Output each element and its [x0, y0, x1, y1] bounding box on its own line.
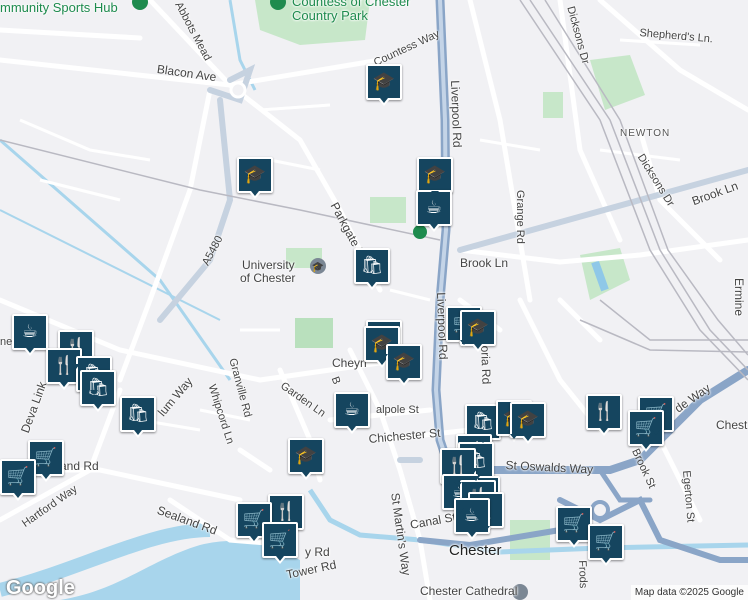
google-logo: Google — [6, 577, 75, 599]
road-label-walpole-st: alpole St — [376, 404, 419, 416]
sports-hub-label: mmunity Sports Hub — [0, 0, 118, 15]
road-label-cheyney: Cheyn — [332, 356, 367, 370]
shopping-bag-icon: 🛍 — [126, 403, 150, 424]
fork-knife-icon: 🍴 — [274, 501, 298, 522]
grocery-marker[interactable]: 🛒 — [588, 524, 624, 566]
area-label-chester-east: Chest — [716, 418, 748, 432]
city-label-chester: Chester — [449, 542, 502, 559]
shopping-cart-icon: 🛒 — [268, 529, 292, 550]
coffee-cup-icon: ☕ — [425, 197, 443, 218]
school-marker[interactable]: 🎓 — [510, 402, 546, 444]
coffee-cup-icon: ☕ — [21, 321, 39, 342]
graduation-cap-icon: 🎓 — [466, 317, 490, 338]
hospital-poi-icon — [413, 225, 427, 239]
road-label-and-rd: and Rd — [60, 459, 99, 473]
shopping-marker[interactable]: 🛍 — [120, 396, 156, 438]
university-label: of Chester — [240, 271, 296, 285]
road-label-liverpool-rd: Liverpool Rd — [448, 80, 465, 148]
shopping-cart-icon: 🛒 — [594, 531, 618, 552]
road-label-ermine: Ermine — [732, 278, 746, 317]
shopping-cart-icon: 🛒 — [34, 447, 58, 468]
grocery-marker[interactable]: 🛒 — [556, 506, 592, 548]
grocery-marker[interactable]: 🛒 — [0, 459, 36, 501]
fork-knife-icon: 🍴 — [592, 401, 616, 422]
graduation-cap-icon: 🎓 — [516, 409, 540, 430]
grocery-marker[interactable]: 🛒 — [628, 410, 664, 452]
shopping-marker[interactable]: 🛍 — [80, 370, 116, 412]
svg-text:🎓: 🎓 — [312, 261, 324, 273]
shopping-cart-icon: 🛒 — [6, 466, 30, 487]
park-area — [370, 197, 406, 223]
shopping-marker[interactable]: 🛍 — [354, 248, 390, 290]
school-marker[interactable]: 🎓 — [366, 64, 402, 106]
road-label-brook-ln: Brook Ln — [460, 256, 509, 270]
road-label-ne: ne — [0, 336, 13, 348]
cathedral-label: Chester Cathedral — [420, 584, 518, 598]
fork-knife-icon: 🍴 — [446, 455, 470, 476]
school-marker[interactable]: 🎓 — [237, 157, 273, 199]
cafe-marker[interactable]: ☕ — [12, 314, 48, 356]
university-label: University — [242, 258, 295, 272]
roundabout — [229, 81, 247, 99]
shopping-bag-icon: 🛍 — [471, 411, 495, 432]
park-area — [295, 318, 333, 348]
school-marker[interactable]: 🎓 — [386, 344, 422, 386]
map-attribution: Map data ©2025 Google — [630, 585, 748, 600]
graduation-cap-icon: 🎓 — [243, 164, 267, 185]
coffee-cup-icon: ☕ — [343, 399, 361, 420]
shopping-cart-icon: 🛒 — [562, 513, 586, 534]
restaurant-marker[interactable]: 🍴 — [586, 394, 622, 436]
area-label-newton: NEWTON — [620, 128, 671, 139]
road-label-y-rd: y Rd — [305, 545, 330, 559]
graduation-cap-icon: 🎓 — [392, 351, 416, 372]
park-area — [543, 92, 563, 118]
road-label-frodsham: Frods — [576, 560, 589, 589]
graduation-cap-icon: 🎓 — [423, 164, 447, 185]
graduation-cap-icon: 🎓 — [294, 445, 318, 466]
road-label-grange-rd: Grange Rd — [514, 190, 526, 244]
school-marker[interactable]: 🎓 — [288, 438, 324, 480]
cafe-marker[interactable]: ☕ — [334, 392, 370, 434]
school-marker[interactable]: 🎓 — [417, 157, 453, 199]
shopping-bag-icon: 🛍 — [360, 255, 384, 276]
country-park-label: Country Park — [292, 8, 368, 23]
grocery-marker[interactable]: 🛒 — [262, 522, 298, 564]
roundabout — [590, 500, 610, 520]
graduation-cap-icon: 🎓 — [372, 71, 396, 92]
